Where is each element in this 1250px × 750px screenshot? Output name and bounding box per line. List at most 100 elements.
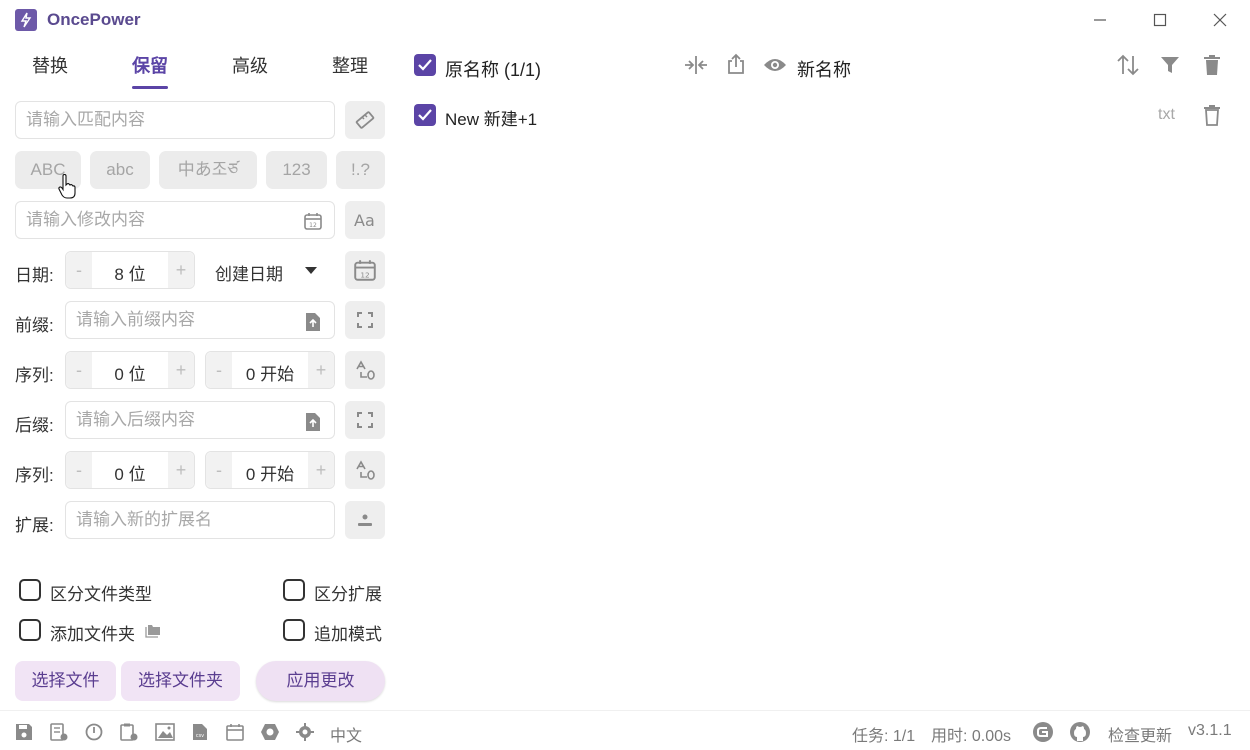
compare-split-icon[interactable] [684, 55, 708, 75]
distinguish-file-type-label: 区分文件类型 [50, 585, 152, 604]
distinguish-extension-checkbox[interactable] [283, 579, 305, 601]
select-all-checkbox[interactable] [414, 54, 436, 76]
github-icon[interactable] [1069, 721, 1091, 743]
svg-text:Aa: Aa [354, 211, 375, 230]
ruler-icon [355, 111, 375, 129]
suffix-input[interactable] [76, 410, 304, 430]
suffix-seq-start-minus[interactable]: - [206, 452, 232, 488]
prefix-input[interactable] [76, 310, 304, 330]
log-icon[interactable] [50, 723, 68, 741]
export-icon[interactable] [726, 53, 746, 75]
swap-cycle-icon [357, 412, 373, 428]
new-name-header: 新名称 [797, 60, 851, 80]
svg-text:12: 12 [360, 270, 369, 279]
prefix-seq-start-minus[interactable]: - [206, 352, 232, 388]
file-row-name: New 新建+1 [445, 110, 538, 129]
date-digits-value[interactable]: 8 位 [92, 260, 168, 285]
tab-replace[interactable]: 替换 [15, 52, 85, 78]
prefix-seq-digits-value[interactable]: 0 位 [92, 360, 168, 385]
prefix-toggle-button[interactable] [345, 301, 385, 339]
date-type-select[interactable]: 创建日期 [215, 260, 325, 284]
select-files-button[interactable]: 选择文件 [15, 661, 116, 701]
suffix-seq-start-plus[interactable]: + [308, 452, 334, 488]
status-bar: csv 中文 任务: 1/1 用时: 0.00s 检查更新 v3.1.1 [0, 710, 1250, 750]
mode-tabs: 替换 保留 高级 整理 [15, 48, 385, 90]
modify-input[interactable] [26, 210, 297, 230]
calendar-icon: 12 [354, 260, 376, 281]
suffix-seq-digits-plus[interactable]: + [168, 452, 194, 488]
calendar-icon[interactable]: 12 [304, 212, 322, 230]
gear-icon[interactable] [296, 723, 314, 741]
elapsed-time: 用时: 0.00s [931, 728, 1012, 745]
chip-cjk[interactable]: 中あ조ཙ [159, 151, 257, 189]
check-update-link[interactable]: 检查更新 [1108, 722, 1172, 746]
suffix-seq-digits-minus[interactable]: - [66, 452, 92, 488]
select-folder-button[interactable]: 选择文件夹 [121, 661, 240, 701]
file-upload-icon[interactable] [304, 412, 322, 432]
suffix-seq-start-stepper: - 0 开始 + [205, 451, 335, 489]
power-icon[interactable] [85, 723, 103, 741]
file-upload-icon[interactable] [304, 312, 322, 332]
apply-changes-button[interactable]: 应用更改 [256, 661, 385, 701]
gitee-icon[interactable] [1032, 721, 1054, 743]
file-row-checkbox[interactable] [414, 104, 436, 126]
chip-lowercase[interactable]: abc [90, 151, 150, 189]
theme-icon[interactable] [260, 723, 280, 741]
filter-icon[interactable] [1160, 56, 1180, 74]
maximize-icon[interactable] [1147, 8, 1173, 32]
suffix-seq-mode-button[interactable] [345, 451, 385, 489]
font-case-icon: Aa [354, 211, 375, 230]
prefix-seq-digits-stepper: - 0 位 + [65, 351, 195, 389]
app-logo-icon [15, 9, 37, 31]
chip-digits[interactable]: 123 [266, 151, 327, 189]
extension-input[interactable] [76, 510, 304, 530]
suffix-seq-start-value[interactable]: 0 开始 [232, 460, 308, 485]
clipboard-icon[interactable] [120, 723, 138, 741]
date-minus-button[interactable]: - [66, 252, 92, 288]
extension-mode-button[interactable] [345, 501, 385, 539]
distinguish-extension-label: 区分扩展 [314, 585, 382, 604]
prefix-seq-digits-plus[interactable]: + [168, 352, 194, 388]
match-input[interactable] [26, 110, 297, 130]
extension-label: 扩展: [15, 516, 54, 535]
case-button[interactable]: Aa [345, 201, 385, 239]
append-mode-label: 追加模式 [314, 625, 382, 644]
tab-keep[interactable]: 保留 [115, 52, 185, 78]
app-version: v3.1.1 [1188, 722, 1232, 739]
tab-organize[interactable]: 整理 [315, 52, 385, 78]
prefix-label: 前缀: [15, 316, 54, 335]
minimize-icon[interactable] [1087, 8, 1113, 32]
sort-icon[interactable] [1116, 54, 1140, 76]
close-icon[interactable] [1207, 8, 1233, 32]
trash-icon[interactable] [1203, 54, 1221, 76]
suffix-seq-digits-value[interactable]: 0 位 [92, 460, 168, 485]
prefix-seq-digits-minus[interactable]: - [66, 352, 92, 388]
csv-file-icon[interactable]: csv [191, 723, 209, 741]
match-input-box [15, 101, 335, 139]
append-mode-checkbox[interactable] [283, 619, 305, 641]
trash-icon[interactable] [1203, 104, 1221, 126]
language-toggle[interactable]: 中文 [330, 722, 362, 746]
suffix-input-box [65, 401, 335, 439]
prefix-seq-start-value[interactable]: 0 开始 [232, 360, 308, 385]
save-icon[interactable] [15, 723, 33, 741]
date-plus-button[interactable]: + [168, 252, 194, 288]
prefix-seq-start-plus[interactable]: + [308, 352, 334, 388]
image-icon[interactable] [155, 723, 175, 741]
add-folder-checkbox[interactable] [19, 619, 41, 641]
title-bar: OncePower [0, 0, 1250, 40]
suffix-label: 后缀: [15, 416, 54, 435]
insert-date-button[interactable]: 12 [345, 251, 385, 289]
prefix-seq-mode-button[interactable] [345, 351, 385, 389]
tab-advanced[interactable]: 高级 [215, 52, 285, 78]
user-icon [358, 514, 372, 526]
distinguish-file-type-checkbox[interactable] [19, 579, 41, 601]
calendar-icon[interactable] [226, 723, 244, 741]
chevron-down-icon [305, 267, 317, 274]
swap-cycle-icon [357, 312, 373, 328]
ruler-button[interactable] [345, 101, 385, 139]
original-name-header: 原名称 (1/1) [445, 60, 542, 80]
suffix-toggle-button[interactable] [345, 401, 385, 439]
chip-symbols[interactable]: !.? [336, 151, 385, 189]
eye-icon[interactable] [763, 56, 787, 74]
